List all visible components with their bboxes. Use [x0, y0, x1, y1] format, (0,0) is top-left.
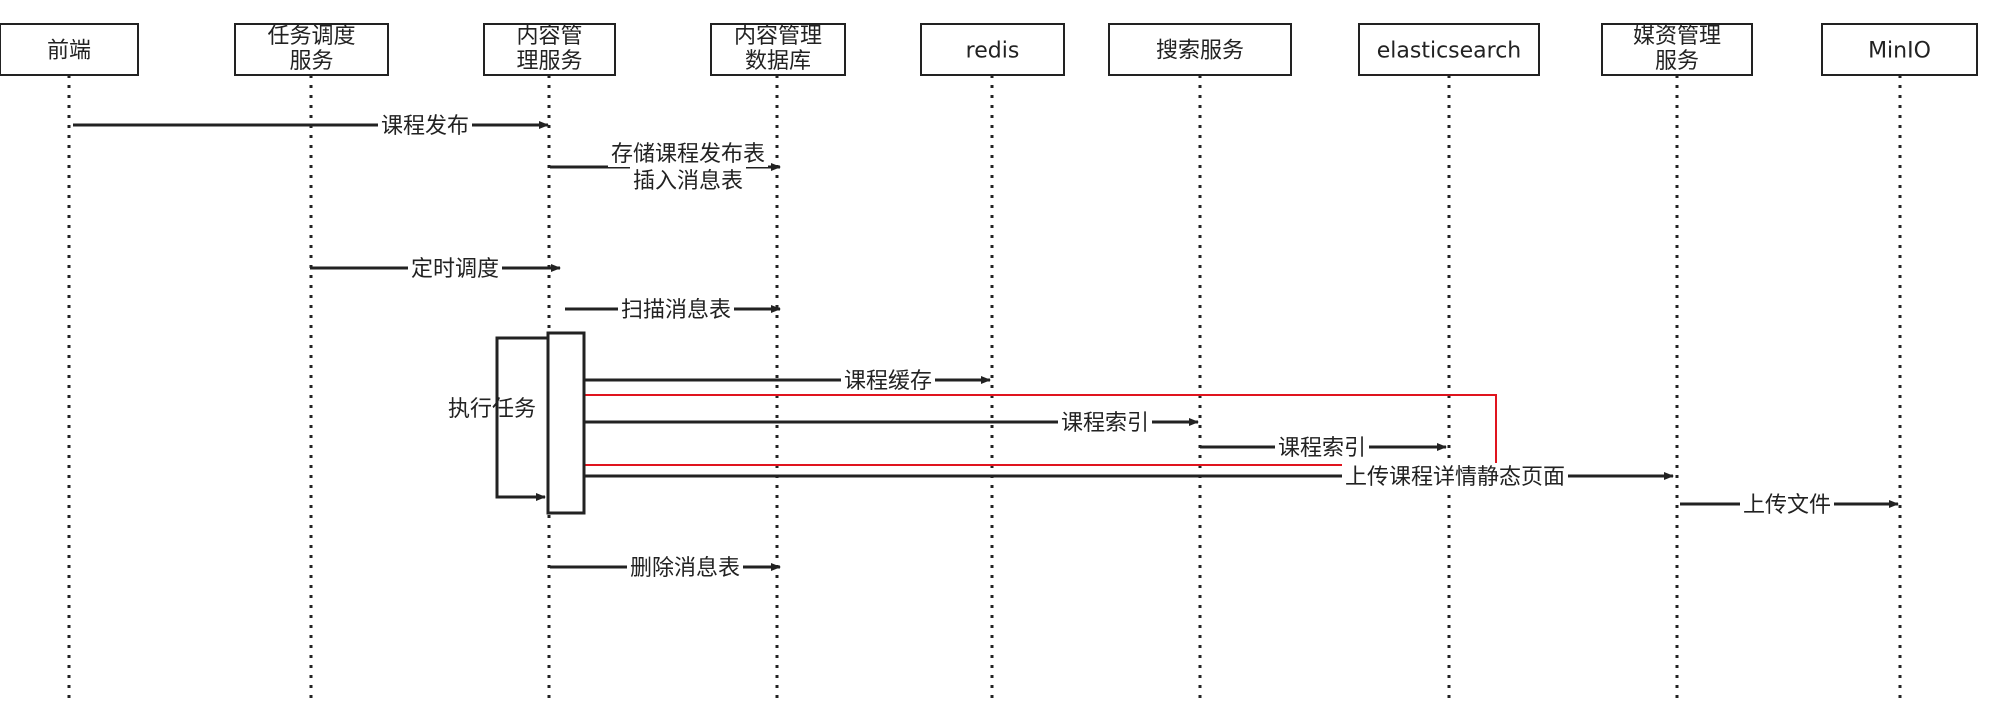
message-6: 课程索引 [1200, 434, 1447, 461]
message-label: 扫描消息表 [621, 298, 731, 323]
message-label: 定时调度 [411, 257, 499, 282]
participant-label: 媒资管理 [1633, 24, 1721, 49]
participant-p2: 内容管理服务 [483, 23, 616, 76]
message-label: 课程索引 [1061, 411, 1149, 436]
participant-p3: 内容管理数据库 [710, 23, 846, 76]
message-label: 存储课程发布表 [611, 142, 765, 167]
self-call-label: 执行任务 [448, 397, 536, 422]
message-1: 存储课程发布表插入消息表 [550, 140, 781, 194]
participant-p6: elasticsearch [1358, 23, 1540, 76]
message-7: 上传课程详情静态页面 [583, 463, 1674, 490]
message-label: 上传文件 [1743, 493, 1831, 518]
participant-label: MinIO [1868, 39, 1931, 64]
message-9: 删除消息表 [550, 554, 781, 581]
message-5: 课程索引 [583, 409, 1199, 436]
participant-label: 服务 [1655, 49, 1699, 74]
message-label: 上传课程详情静态页面 [1345, 465, 1565, 490]
participant-label: elasticsearch [1377, 39, 1522, 64]
participant-p4: redis [920, 23, 1065, 76]
message-label: 插入消息表 [633, 169, 743, 194]
sequence-diagram: 执行任务 课程发布存储课程发布表插入消息表定时调度扫描消息表课程缓存课程索引课程… [0, 23, 1978, 701]
participant-p7: 媒资管理服务 [1601, 23, 1753, 76]
message-label: 课程索引 [1278, 436, 1366, 461]
message-label: 删除消息表 [630, 556, 740, 581]
message-label: 课程发布 [381, 114, 469, 139]
participant-label: 服务 [289, 49, 333, 74]
participant-p1: 任务调度服务 [234, 23, 389, 76]
participant-p0: 前端 [0, 23, 139, 76]
participant-label: 理服务 [516, 49, 582, 74]
message-2: 定时调度 [310, 255, 561, 282]
participant-label: 数据库 [745, 49, 811, 74]
message-3: 扫描消息表 [565, 296, 781, 323]
message-4: 课程缓存 [583, 367, 991, 394]
participant-label: 内容管理 [734, 24, 822, 49]
participant-label: redis [966, 39, 1020, 64]
activation-bar [546, 331, 586, 515]
message-label: 课程缓存 [844, 369, 932, 394]
participant-p5: 搜索服务 [1108, 23, 1292, 76]
participant-label: 搜索服务 [1156, 39, 1244, 64]
participant-label: 前端 [47, 39, 91, 64]
participant-label: 任务调度 [267, 24, 355, 49]
message-8: 上传文件 [1680, 491, 1899, 518]
participant-p8: MinIO [1821, 23, 1978, 76]
participant-label: 内容管 [516, 24, 582, 49]
